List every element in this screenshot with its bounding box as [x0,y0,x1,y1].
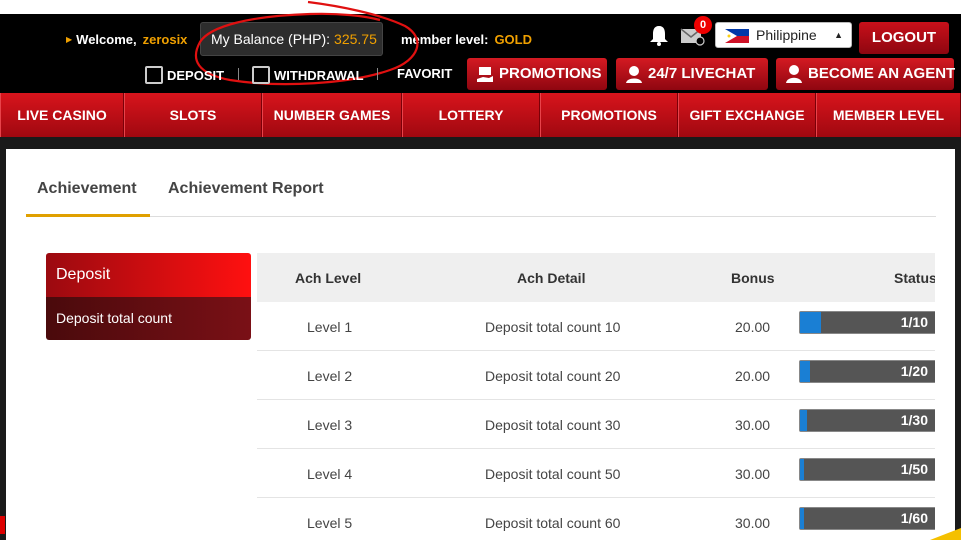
achievement-panel: Achievement Achievement Report Deposit D… [6,149,955,540]
cell-level: Level 2 [307,368,353,384]
header-ach-detail: Ach Detail [517,270,586,286]
header-status: Status [894,270,935,286]
edge-decoration [0,516,5,534]
become-agent-button[interactable]: BECOME AN AGENT [776,58,956,90]
member-level: member level: GOLD [401,32,532,47]
bell-icon[interactable] [649,24,669,46]
status-text: 1/20 [900,363,928,379]
deposit-label: DEPOSIT [167,68,225,83]
balance-box: My Balance (PHP): 325.75 [200,22,383,56]
status-progress-bar: 1/50 [799,458,935,481]
tab-bar: Achievement Achievement Report [26,180,936,217]
progress-fill [800,361,810,382]
gift-hand-icon [477,67,493,82]
tab-achievement[interactable]: Achievement [26,180,150,217]
sidebar-item-deposit-total-count[interactable]: Deposit total count [46,297,251,340]
livechat-label: 24/7 LIVECHAT [648,65,756,82]
progress-fill [800,508,804,529]
status-text: 1/60 [900,510,928,526]
main-nav: LIVE CASINO SLOTS NUMBER GAMES LOTTERY P… [0,93,961,137]
nav-item-slots[interactable]: SLOTS [124,93,262,137]
nav-item-member-level[interactable]: MEMBER LEVEL [816,93,961,137]
welcome-text: ▶ Welcome, zerosix [66,32,187,47]
headset-agent-icon [626,66,642,83]
safe-icon [145,66,163,84]
arrow-icon: ▶ [66,35,73,44]
table-row: Level 4 Deposit total count 50 30.00 1/5… [257,449,935,498]
table-row: Level 5 Deposit total count 60 30.00 1/6… [257,498,935,540]
nav-item-lottery[interactable]: LOTTERY [402,93,540,137]
table-header: Ach Level Ach Detail Bonus Status [257,253,935,302]
livechat-button[interactable]: 24/7 LIVECHAT [616,58,768,90]
cell-level: Level 3 [307,417,353,433]
header-ach-level: Ach Level [295,270,362,286]
nav-item-number-games[interactable]: NUMBER GAMES [262,93,402,137]
philippines-flag-icon [725,29,749,43]
top-header: ▶ Welcome, zerosix My Balance (PHP): 325.75… [0,0,961,93]
promotions-button[interactable]: PROMOTIONS [467,58,607,90]
deposit-link[interactable]: DEPOSIT [145,66,224,84]
logout-button[interactable]: LOGOUT [859,22,949,54]
caret-up-icon: ▲ [834,30,843,40]
cell-detail: Deposit total count 10 [485,319,621,335]
cell-level: Level 5 [307,515,353,531]
progress-fill [800,459,804,480]
username[interactable]: zerosix [143,32,188,47]
tab-achievement-report[interactable]: Achievement Report [168,180,324,217]
withdrawal-link[interactable]: WITHDRAWAL [252,66,364,84]
status-progress-bar: 1/30 [799,409,935,432]
country-label: Philippine [756,27,817,43]
status-text: 1/30 [900,412,928,428]
category-sidebar: Deposit Deposit total count [46,253,251,340]
welcome-label: Welcome, [76,32,137,47]
cell-detail: Deposit total count 30 [485,417,621,433]
nav-item-live-casino[interactable]: LIVE CASINO [0,93,124,137]
sidebar-heading-deposit[interactable]: Deposit [46,253,251,297]
agent-icon [786,65,802,83]
status-text: 1/50 [900,461,928,477]
header-bonus: Bonus [731,270,775,286]
cell-bonus: 20.00 [735,368,771,384]
atm-icon [252,66,270,84]
cell-level: Level 1 [307,319,353,335]
nav-item-promotions[interactable]: PROMOTIONS [540,93,678,137]
nav-item-gift-exchange[interactable]: GIFT EXCHANGE [678,93,816,137]
withdrawal-label: WITHDRAWAL [274,68,364,83]
cell-bonus: 30.00 [735,515,771,531]
balance-label: My Balance (PHP): [211,31,331,47]
mail-count-badge: 0 [694,16,712,34]
progress-fill [800,312,821,333]
country-select[interactable]: Philippine ▲ [715,22,852,48]
become-agent-label: BECOME AN AGENT [808,65,956,82]
status-progress-bar: 1/10 [799,311,935,334]
table-row: Level 1 Deposit total count 10 20.00 1/1… [257,302,935,351]
progress-fill [800,410,807,431]
member-level-value: GOLD [494,32,532,47]
table-row: Level 2 Deposit total count 20 20.00 1/2… [257,351,935,400]
status-progress-bar: 1/60 [799,507,935,530]
mail-icon[interactable]: 0 [680,16,712,46]
status-progress-bar: 1/20 [799,360,935,383]
favorit-link[interactable]: FAVORIT [397,66,452,81]
cell-detail: Deposit total count 60 [485,515,621,531]
achievement-table: Ach Level Ach Detail Bonus Status Level … [257,253,935,540]
divider [238,68,239,80]
cell-bonus: 30.00 [735,466,771,482]
member-level-label: member level: [401,32,489,47]
cell-detail: Deposit total count 50 [485,466,621,482]
cell-bonus: 20.00 [735,319,771,335]
cell-level: Level 4 [307,466,353,482]
divider [377,68,378,80]
balance-value: 325.75 [334,31,377,47]
status-text: 1/10 [900,314,928,330]
promotions-label: PROMOTIONS [499,65,602,82]
table-row: Level 3 Deposit total count 30 30.00 1/3… [257,400,935,449]
cell-detail: Deposit total count 20 [485,368,621,384]
cell-bonus: 30.00 [735,417,771,433]
top-stripe [0,0,961,14]
